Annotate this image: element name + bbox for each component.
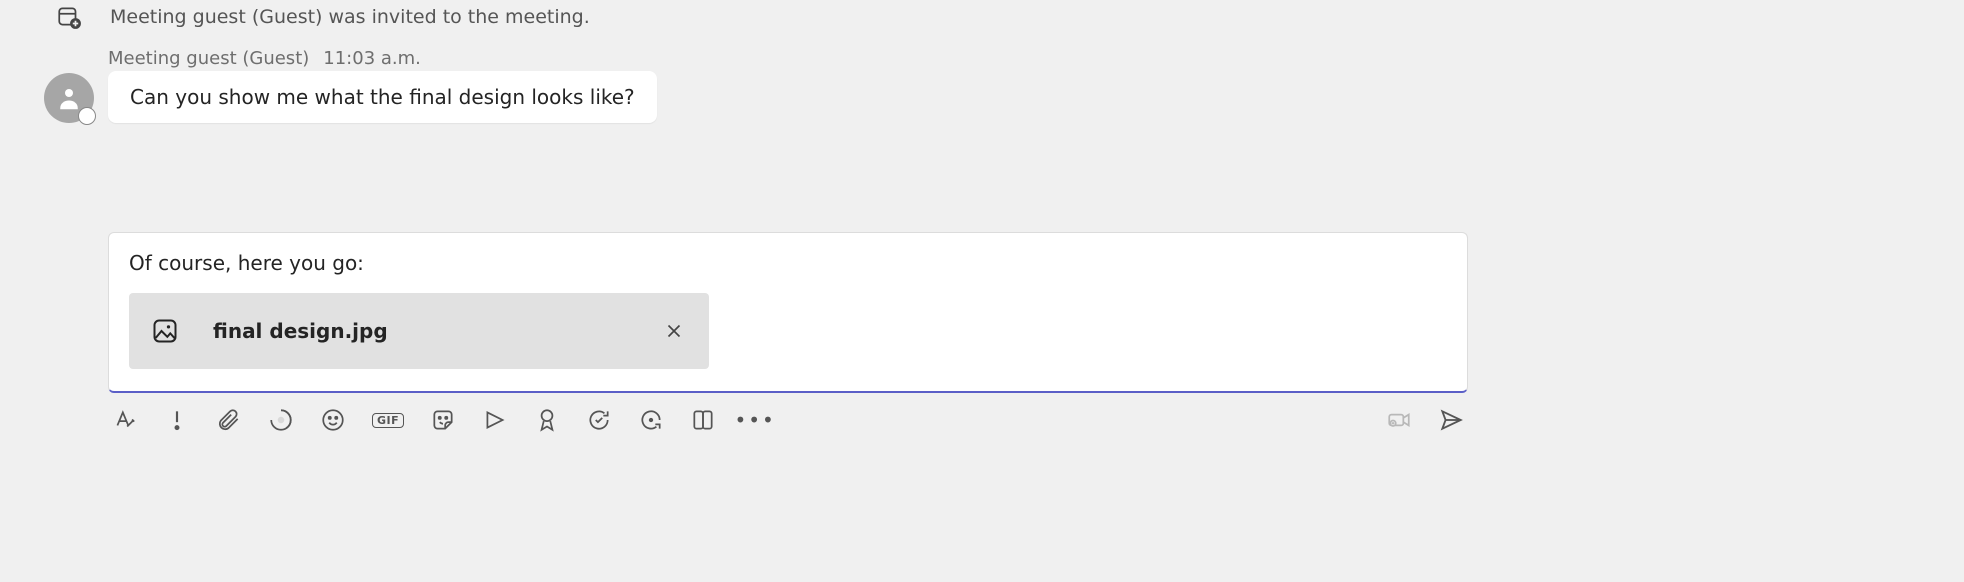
sticker-button[interactable] xyxy=(430,407,456,433)
message-sender: Meeting guest (Guest) xyxy=(108,48,309,69)
message-text: Can you show me what the final design lo… xyxy=(130,85,635,109)
remove-attachment-button[interactable] xyxy=(663,320,685,342)
system-event-text: Meeting guest (Guest) was invited to the… xyxy=(110,6,590,28)
image-file-icon xyxy=(151,317,179,345)
updates-button[interactable] xyxy=(638,407,664,433)
more-options-button[interactable]: ••• xyxy=(742,407,768,433)
message-header: Meeting guest (Guest) 11:03 a.m. xyxy=(0,48,1964,71)
send-button[interactable] xyxy=(1438,407,1464,433)
format-button[interactable] xyxy=(112,407,138,433)
gif-button[interactable]: GIF xyxy=(372,407,404,433)
compose-area: Of course, here you go: final design.jpg xyxy=(108,232,1468,433)
presence-indicator xyxy=(78,107,96,125)
important-button[interactable] xyxy=(164,407,190,433)
calendar-add-icon xyxy=(56,4,82,30)
system-event-row: Meeting guest (Guest) was invited to the… xyxy=(0,4,1964,48)
emoji-button[interactable] xyxy=(320,407,346,433)
compose-toolbar: GIF xyxy=(108,393,1468,433)
approvals-button[interactable] xyxy=(586,407,612,433)
message-row: Can you show me what the final design lo… xyxy=(0,71,1964,123)
video-clip-button[interactable] xyxy=(1386,407,1412,433)
attachment-chip[interactable]: final design.jpg xyxy=(129,293,709,369)
loop-button[interactable] xyxy=(268,407,294,433)
stream-button[interactable] xyxy=(482,407,508,433)
attach-button[interactable] xyxy=(216,407,242,433)
praise-button[interactable] xyxy=(534,407,560,433)
message-bubble[interactable]: Can you show me what the final design lo… xyxy=(108,71,657,123)
message-time: 11:03 a.m. xyxy=(323,48,421,69)
more-apps-button[interactable] xyxy=(690,407,716,433)
compose-box[interactable]: Of course, here you go: final design.jpg xyxy=(108,232,1468,393)
attachment-filename: final design.jpg xyxy=(213,319,663,343)
avatar[interactable] xyxy=(44,73,94,123)
gif-label: GIF xyxy=(372,413,404,428)
compose-text[interactable]: Of course, here you go: xyxy=(129,251,1447,275)
